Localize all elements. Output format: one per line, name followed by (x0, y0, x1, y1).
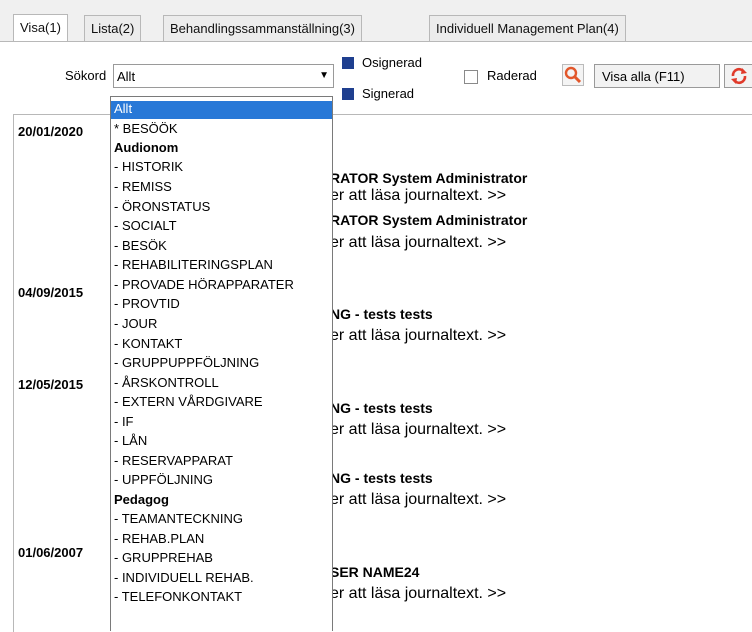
journal-entry-link[interactable]: er att läsa journaltext. >> (330, 327, 506, 345)
sokord-dropdown-list[interactable]: Allt * BESÖÖK Audionom - HISTORIK - REMI… (110, 96, 333, 631)
dropdown-option[interactable]: Allt (111, 101, 332, 119)
journal-date: 01/06/2007 (18, 545, 84, 560)
dropdown-group-header: Audionom (114, 140, 179, 155)
dropdown-option[interactable]: - BESÖK (111, 238, 332, 256)
dropdown-option[interactable]: - EXTERN VÅRDGIVARE (111, 394, 332, 412)
journal-entry-title: RATOR System Administrator (330, 212, 528, 228)
dropdown-option[interactable]: - ÅRSKONTROLL (111, 375, 332, 393)
tab-individuell-management-plan[interactable]: Individuell Management Plan(4) (429, 15, 626, 41)
journal-entry-title: NG - tests tests (330, 470, 433, 486)
osignerad-checkbox[interactable] (342, 57, 354, 69)
chevron-down-icon[interactable]: ▼ (319, 70, 329, 81)
journal-entry-link[interactable]: er att läsa journaltext. >> (330, 234, 506, 252)
dropdown-option[interactable]: - IF (111, 414, 332, 432)
dropdown-option[interactable]: - PROVADE HÖRAPPARATER (111, 277, 332, 295)
journal-date: 20/01/2020 (18, 124, 84, 139)
signerad-checkbox[interactable] (342, 88, 354, 100)
osignerad-label: Osignerad (362, 55, 422, 70)
dropdown-option[interactable]: * BESÖÖK (111, 121, 332, 139)
sokord-label: Sökord (65, 68, 107, 83)
journal-entry-title: NG - tests tests (330, 306, 433, 322)
dropdown-option[interactable]: - KONTAKT (111, 336, 332, 354)
dropdown-option[interactable]: - GRUPPUPPFÖLJNING (111, 355, 332, 373)
sokord-combobox[interactable]: Allt ▼ (113, 64, 334, 88)
journal-date: 04/09/2015 (18, 285, 84, 300)
dropdown-option[interactable]: - TELEFONKONTAKT (111, 589, 332, 607)
raderad-label: Raderad (487, 68, 537, 83)
signerad-label: Signerad (362, 86, 415, 101)
dropdown-option[interactable]: - UPPFÖLJNING (111, 472, 332, 490)
journal-entry-title: NG - tests tests (330, 400, 433, 416)
visa-alla-button[interactable]: Visa alla (F11) (594, 64, 720, 88)
dropdown-option[interactable]: - SOCIALT (111, 218, 332, 236)
journal-entry-link[interactable]: er att läsa journaltext. >> (330, 187, 506, 205)
dropdown-option[interactable]: - LÅN (111, 433, 332, 451)
search-button[interactable] (562, 64, 584, 86)
dropdown-option[interactable]: - REHAB.PLAN (111, 531, 332, 549)
journal-date: 12/05/2015 (18, 377, 84, 392)
dropdown-option[interactable]: - REMISS (111, 179, 332, 197)
journal-entry-link[interactable]: er att läsa journaltext. >> (330, 421, 506, 439)
dropdown-option[interactable]: - TEAMANTECKNING (111, 511, 332, 529)
dropdown-option[interactable]: - PROVTID (111, 296, 332, 314)
dropdown-option[interactable]: - RESERVAPPARAT (111, 453, 332, 471)
journal-entry-title: RATOR System Administrator (330, 170, 528, 186)
dropdown-group-header: Pedagog (114, 492, 169, 507)
tab-bar: Visa(1) Lista(2) Behandlingssammanställn… (0, 0, 752, 44)
search-icon (564, 66, 582, 84)
refresh-icon (731, 67, 747, 85)
journal-entry-link[interactable]: er att läsa journaltext. >> (330, 491, 506, 509)
dropdown-option[interactable]: - HISTORIK (111, 159, 332, 177)
dropdown-option[interactable]: - GRUPPREHAB (111, 550, 332, 568)
dropdown-option[interactable]: - JOUR (111, 316, 332, 334)
refresh-button[interactable] (724, 64, 752, 88)
dropdown-option[interactable]: - INDIVIDUELL REHAB. (111, 570, 332, 588)
journal-entry-link[interactable]: er att läsa journaltext. >> (330, 585, 506, 603)
raderad-checkbox[interactable] (464, 70, 478, 84)
tab-behandlingssammanstallning[interactable]: Behandlingssammanställning(3) (163, 15, 362, 41)
tab-lista[interactable]: Lista(2) (84, 15, 142, 41)
tab-visa[interactable]: Visa(1) (13, 14, 68, 42)
dropdown-option[interactable]: - ÖRONSTATUS (111, 199, 332, 217)
dropdown-option[interactable]: - REHABILITERINGSPLAN (111, 257, 332, 275)
journal-entry-title: SER NAME24 (330, 564, 420, 580)
sokord-value: Allt (117, 69, 136, 84)
